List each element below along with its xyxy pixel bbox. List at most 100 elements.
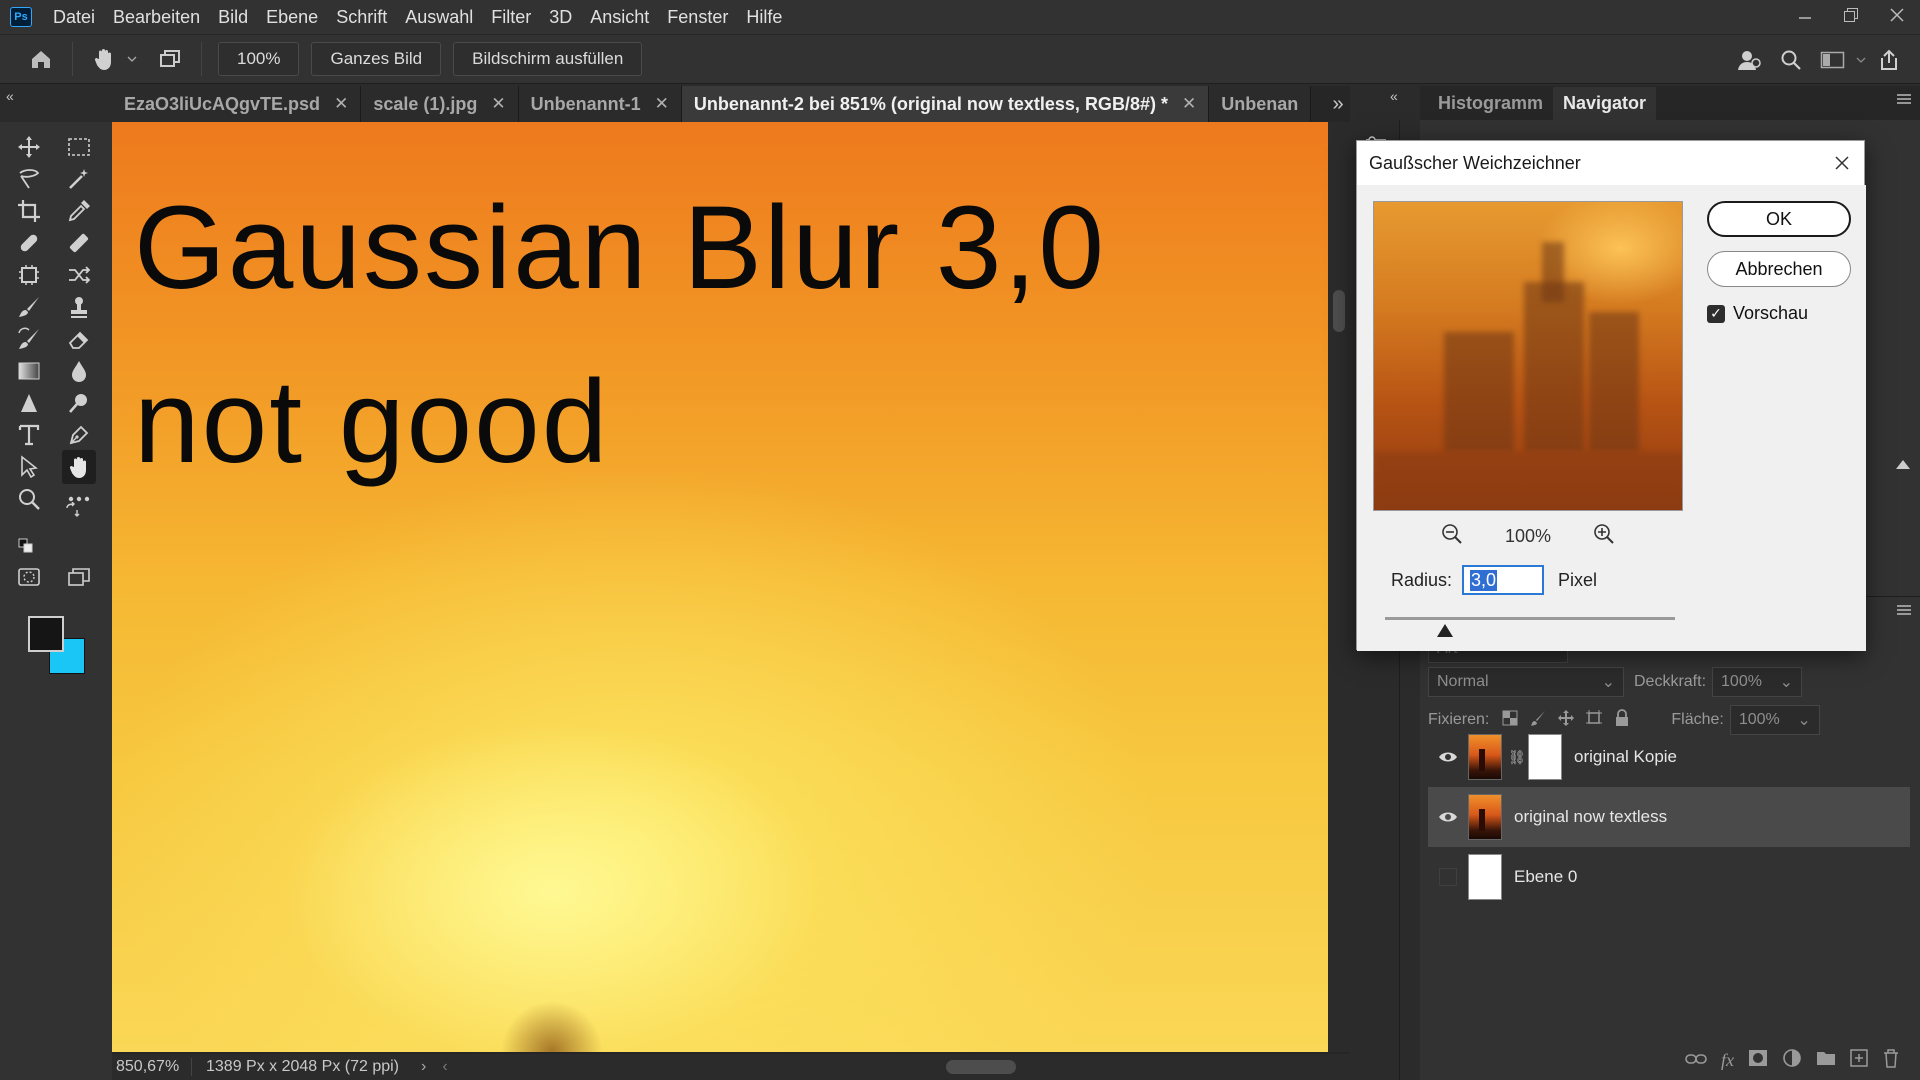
workspace-icon[interactable] [1816,43,1850,77]
menu-schrift[interactable]: Schrift [327,0,396,34]
vertical-scrollbar[interactable] [1328,122,1350,1052]
tab-navigator[interactable]: Navigator [1553,87,1657,120]
fx-icon[interactable]: fx [1721,1050,1734,1071]
canvas-area[interactable]: Gaussian Blur 3,0 not good [112,122,1350,1054]
brush-tool-icon[interactable] [12,290,46,324]
adjustment-icon[interactable] [1782,1048,1802,1073]
new-layer-icon[interactable] [1850,1048,1868,1072]
foreground-color-swatch[interactable] [28,616,64,652]
layer-row-original-now-textless[interactable]: original now textless [1428,787,1910,847]
zoom-in-icon[interactable] [1593,523,1615,550]
collapse-toolbar-icon[interactable]: « [6,88,14,104]
zoom-slider-marker[interactable] [1896,460,1910,469]
close-icon[interactable]: ✕ [491,94,505,114]
menu-bearbeiten[interactable]: Bearbeiten [104,0,209,34]
layer-row-original-kopie[interactable]: ⛓ original Kopie [1428,727,1910,787]
trash-icon[interactable] [1882,1048,1900,1073]
arrange-windows-icon[interactable] [153,42,187,76]
layer-name[interactable]: original Kopie [1574,747,1677,767]
lasso-tool-icon[interactable] [12,162,46,196]
home-icon[interactable] [24,42,58,76]
tabs-overflow-icon[interactable]: » [1325,86,1351,122]
gradient-tool-icon[interactable] [12,354,46,388]
scroll-left-icon[interactable]: ‹ [442,1058,447,1076]
fit-screen-button[interactable]: Ganzes Bild [311,42,442,76]
zoom-out-icon[interactable] [1441,523,1463,550]
hand-tool-icon[interactable] [87,42,121,76]
layer-mask-thumbnail[interactable] [1528,734,1562,780]
hand-tool-icon[interactable] [62,450,96,484]
link-icon[interactable]: ⛓ [1508,749,1526,766]
checkbox-checked-icon[interactable]: ✓ [1707,304,1725,323]
tab-document[interactable]: scale (1).jpg ✕ [361,86,519,122]
radius-slider-track[interactable] [1385,617,1675,620]
visibility-toggle[interactable] [1439,868,1457,886]
layer-name[interactable]: Ebene 0 [1514,867,1577,887]
content-aware-move-icon[interactable] [62,258,96,292]
eraser-tool-icon[interactable] [62,322,96,356]
fill-screen-button[interactable]: Bildschirm ausfüllen [453,42,643,76]
menu-hilfe[interactable]: Hilfe [737,0,791,34]
chevron-down-icon[interactable] [1854,43,1868,77]
share-icon[interactable] [1872,43,1906,77]
folder-icon[interactable] [1816,1049,1836,1072]
move-tool-icon[interactable] [12,130,46,164]
eraser-band-icon[interactable] [62,226,96,260]
menu-3d[interactable]: 3D [540,0,581,34]
close-icon[interactable]: ✕ [334,94,348,114]
close-icon[interactable]: ✕ [1182,94,1196,114]
pen-tool-icon[interactable] [62,418,96,452]
mask-icon[interactable] [1748,1049,1768,1072]
search-icon[interactable] [1774,43,1808,77]
tab-document[interactable]: Unbenan [1209,86,1312,122]
tab-histogram[interactable]: Histogramm [1428,87,1553,120]
opacity-field[interactable]: 100% ⌄ [1712,667,1803,697]
eyedropper-icon[interactable] [62,194,96,228]
document-canvas[interactable]: Gaussian Blur 3,0 not good [112,122,1328,1052]
dodge-tool-icon[interactable] [62,386,96,420]
horizontal-scrollbar-thumb[interactable] [946,1060,1016,1074]
menu-datei[interactable]: Datei [44,0,104,34]
zoom-tool-icon[interactable] [12,482,46,516]
close-window-icon[interactable] [1874,0,1920,30]
menu-ansicht[interactable]: Ansicht [581,0,658,34]
menu-auswahl[interactable]: Auswahl [396,0,482,34]
menu-fenster[interactable]: Fenster [658,0,737,34]
collapse-panels-icon[interactable]: « [1390,88,1398,104]
default-colors-icon[interactable] [16,536,36,556]
stamp-tool-icon[interactable] [62,290,96,324]
marquee-tool-icon[interactable] [62,130,96,164]
close-icon[interactable]: ✕ [655,94,669,114]
radius-input[interactable]: 3,0 [1462,565,1545,595]
link-layers-icon[interactable] [1685,1050,1707,1071]
status-zoom[interactable]: 850,67% [112,1058,192,1076]
radius-slider-thumb[interactable] [1437,624,1453,637]
healing-brush-icon[interactable] [12,226,46,260]
scrollbar-thumb[interactable] [1333,290,1345,332]
menu-filter[interactable]: Filter [482,0,540,34]
tab-document[interactable]: Unbenannt-1 ✕ [518,86,682,122]
eye-icon[interactable] [1428,810,1468,824]
user-icon[interactable] [1732,43,1766,77]
blur-preview[interactable] [1373,201,1683,511]
swap-colors-icon[interactable] [62,500,82,520]
cancel-button[interactable]: Abbrechen [1707,251,1851,287]
tab-document[interactable]: EzaO3liUcAQgvTE.psd ✕ [112,86,362,122]
layer-name[interactable]: original now textless [1514,807,1667,827]
zoom-field[interactable]: 100% [218,42,300,76]
restore-icon[interactable] [1828,0,1874,30]
tab-document-active[interactable]: Unbenannt-2 bei 851% (original now textl… [681,86,1210,122]
quick-mask-icon[interactable] [12,560,46,594]
history-brush-icon[interactable] [12,322,46,356]
menu-ebene[interactable]: Ebene [257,0,327,34]
sharpen-tool-icon[interactable] [12,386,46,420]
panel-menu-icon[interactable] [1896,92,1912,111]
chevron-right-icon[interactable]: › [421,1058,426,1076]
chevron-down-icon[interactable] [125,42,139,76]
type-tool-icon[interactable] [12,418,46,452]
panel-menu-icon[interactable] [1896,603,1912,622]
screen-mode-icon[interactable] [62,560,96,594]
eye-icon[interactable] [1428,750,1468,764]
layer-row-ebene-0[interactable]: Ebene 0 [1428,847,1910,907]
path-selection-icon[interactable] [12,450,46,484]
